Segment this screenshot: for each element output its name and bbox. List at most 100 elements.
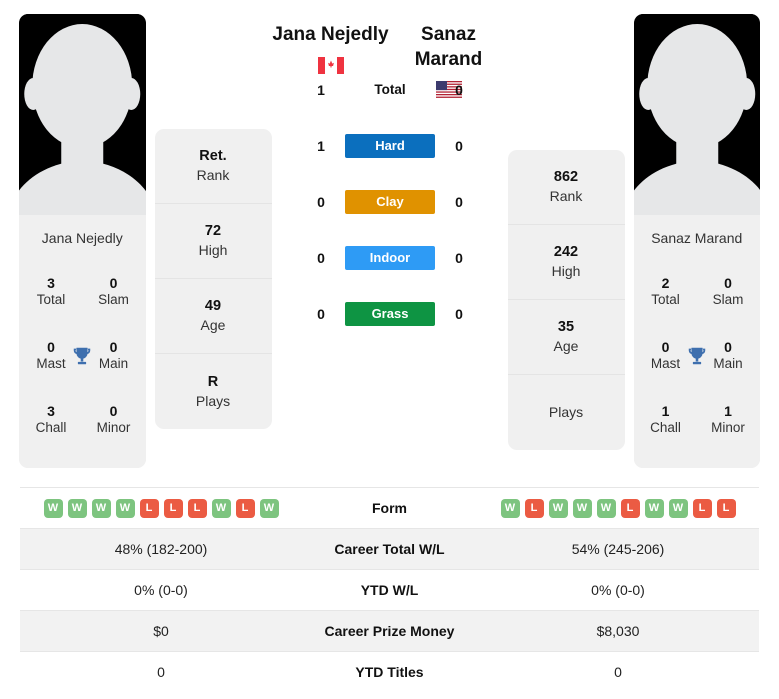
cell-label-form: Form xyxy=(372,500,407,516)
form-badge-left-3[interactable]: W xyxy=(115,498,135,518)
avatar-left xyxy=(19,14,146,215)
cell-left-career_total_wl: 48% (182-200) xyxy=(114,541,208,557)
titles-main-left: 0 Main xyxy=(96,339,132,373)
stat-rank-right: 862 Rank xyxy=(507,150,625,225)
h2h-grass-left: 0 xyxy=(317,306,325,322)
form-badge-right-3[interactable]: W xyxy=(572,498,592,518)
avatar-silhouette-icon xyxy=(19,14,146,215)
h2h-hard-right: 0 xyxy=(455,138,463,154)
form-badge-right-1[interactable]: L xyxy=(524,498,544,518)
titles-minor-value-left: 0 xyxy=(109,402,118,419)
player-card-left[interactable]: Jana Nejedly 3 Total 0 Slam 0 Mast 0 Mai… xyxy=(19,14,146,468)
titles-chall-right: 1 Chall xyxy=(648,403,684,437)
h2h-hard-left: 1 xyxy=(317,138,325,154)
titles-main-value-left: 0 xyxy=(109,338,118,355)
titles-slam-right: 0 Slam xyxy=(710,275,746,309)
titles-chall-value-right: 1 xyxy=(661,402,670,419)
cell-label-ytd_titles: YTD Titles xyxy=(355,664,424,681)
titles-minor-left: 0 Minor xyxy=(96,403,132,437)
form-badge-right-5[interactable]: L xyxy=(620,498,640,518)
surface-pill-total[interactable]: Total xyxy=(345,78,435,102)
form-badge-left-0[interactable]: W xyxy=(43,498,63,518)
surface-pill-hard[interactable]: Hard xyxy=(345,134,435,158)
form-badge-right-8[interactable]: L xyxy=(692,498,712,518)
titles-row-mast-main-right: 0 Mast 0 Main xyxy=(634,324,761,388)
form-badge-left-5[interactable]: L xyxy=(163,498,183,518)
cell-left-form: WWWWLLLWLW xyxy=(20,488,302,529)
table-row: 0% (0-0) YTD W/L 0% (0-0) xyxy=(20,569,759,611)
titles-mast-label-right: Mast xyxy=(650,356,681,372)
titles-main-label-left: Main xyxy=(98,356,129,372)
cell-label-ytd_wl: YTD W/L xyxy=(360,582,419,598)
form-badge-left-2[interactable]: W xyxy=(91,498,111,518)
titles-total-right: 2 Total xyxy=(648,275,684,309)
titles-row-chall-minor-left: 3 Chall 0 Minor xyxy=(19,388,146,452)
h2h-grass-right: 0 xyxy=(455,306,463,322)
form-badge-left-7[interactable]: W xyxy=(211,498,231,518)
titles-mast-value-right: 0 xyxy=(661,338,670,355)
surface-pill-indoor[interactable]: Indoor xyxy=(345,246,435,270)
stat-plays-label-left: Plays xyxy=(195,392,231,409)
avatar-right xyxy=(633,14,760,215)
comparison-stats-table: W W W W L L L W L W Form W L W W W L W W L L 48% (182-200) Car… xyxy=(20,487,759,693)
titles-slam-value-right: 0 xyxy=(724,274,732,291)
stat-age-left: 49 Age xyxy=(154,279,272,354)
form-badge-left-1[interactable]: W xyxy=(67,498,87,518)
titles-mast-left: 0 Mast xyxy=(33,339,69,373)
stat-rank-value-left: Ret. xyxy=(199,148,227,165)
table-row: W W W W L L L W L W Form W L W W W L W W L L xyxy=(20,487,759,529)
stat-high-label-left: High xyxy=(198,242,228,259)
titles-main-right: 0 Main xyxy=(710,339,746,373)
cell-left-career_prize_money: $0 xyxy=(153,623,169,639)
titles-chall-label-right: Chall xyxy=(650,420,681,436)
titles-mast-value-left: 0 xyxy=(47,338,55,355)
player-name-left: Jana Nejedly xyxy=(272,24,389,45)
form-badge-right-9[interactable]: L xyxy=(716,498,736,518)
form-badge-left-6[interactable]: L xyxy=(187,498,207,518)
stat-column-right: 862 Rank 242 High 35 Age Plays xyxy=(507,150,625,450)
stat-high-left: 72 High xyxy=(154,204,272,279)
titles-grid-right: 2 Total 0 Slam 0 Mast 0 Main 1 Chall 1 M… xyxy=(633,259,761,468)
form-badge-right-4[interactable]: W xyxy=(596,498,616,518)
h2h-total-right: 0 xyxy=(455,82,463,98)
stat-high-value-left: 72 xyxy=(204,223,222,240)
form-badge-right-6[interactable]: W xyxy=(644,498,664,518)
titles-minor-right: 1 Minor xyxy=(710,403,746,437)
cell-label-career_total_wl: Career Total W/L xyxy=(334,541,445,557)
titles-row-mast-main-left: 0 Mast 0 Main xyxy=(19,324,146,388)
surface-pill-grass[interactable]: Grass xyxy=(345,302,435,326)
stat-column-left: Ret. Rank 72 High 49 Age R Plays xyxy=(154,129,272,429)
titles-chall-value-left: 3 xyxy=(47,402,55,419)
form-badge-left-9[interactable]: W xyxy=(259,498,279,518)
form-badge-right-2[interactable]: W xyxy=(548,498,568,518)
titles-row-total-slam-right: 2 Total 0 Slam xyxy=(634,260,761,324)
titles-mast-label-left: Mast xyxy=(36,356,66,372)
stat-rank-left: Ret. Rank xyxy=(154,129,272,204)
trophy-icon-wrap-right xyxy=(683,345,710,367)
form-badge-right-7[interactable]: W xyxy=(668,498,688,518)
stat-age-value-left: 49 xyxy=(204,298,222,315)
surface-row-clay: 0 Clay 0 xyxy=(311,174,469,230)
titles-minor-label-right: Minor xyxy=(711,420,745,436)
cell-left-ytd_wl: 0% (0-0) xyxy=(134,582,188,598)
stat-high-label-right: High xyxy=(551,263,581,280)
h2h-total-left: 1 xyxy=(317,82,325,98)
surface-pill-clay[interactable]: Clay xyxy=(345,190,435,214)
table-row: 0 YTD Titles 0 xyxy=(20,651,759,693)
trophy-icon xyxy=(688,347,705,365)
titles-total-value-left: 3 xyxy=(47,274,55,291)
titles-total-value-right: 2 xyxy=(661,274,670,291)
titles-chall-left: 3 Chall xyxy=(33,403,69,437)
titles-total-left: 3 Total xyxy=(33,275,69,309)
form-strip-left: WWWWLLLWLW xyxy=(24,498,298,518)
form-badge-left-4[interactable]: L xyxy=(139,498,159,518)
surface-row-hard: 1 Hard 0 xyxy=(311,118,469,174)
form-badge-left-8[interactable]: L xyxy=(235,498,255,518)
player-card-right[interactable]: Sanaz Marand 2 Total 0 Slam 0 Mast 0 Mai… xyxy=(633,14,761,468)
stat-plays-label-right: Plays xyxy=(548,404,584,421)
cell-right-career_total_wl: 54% (245-206) xyxy=(571,541,665,557)
titles-slam-left: 0 Slam xyxy=(96,275,132,309)
form-badge-right-0[interactable]: W xyxy=(500,498,520,518)
card-player-name-right: Sanaz Marand xyxy=(633,215,760,260)
titles-mast-right: 0 Mast xyxy=(648,339,684,373)
